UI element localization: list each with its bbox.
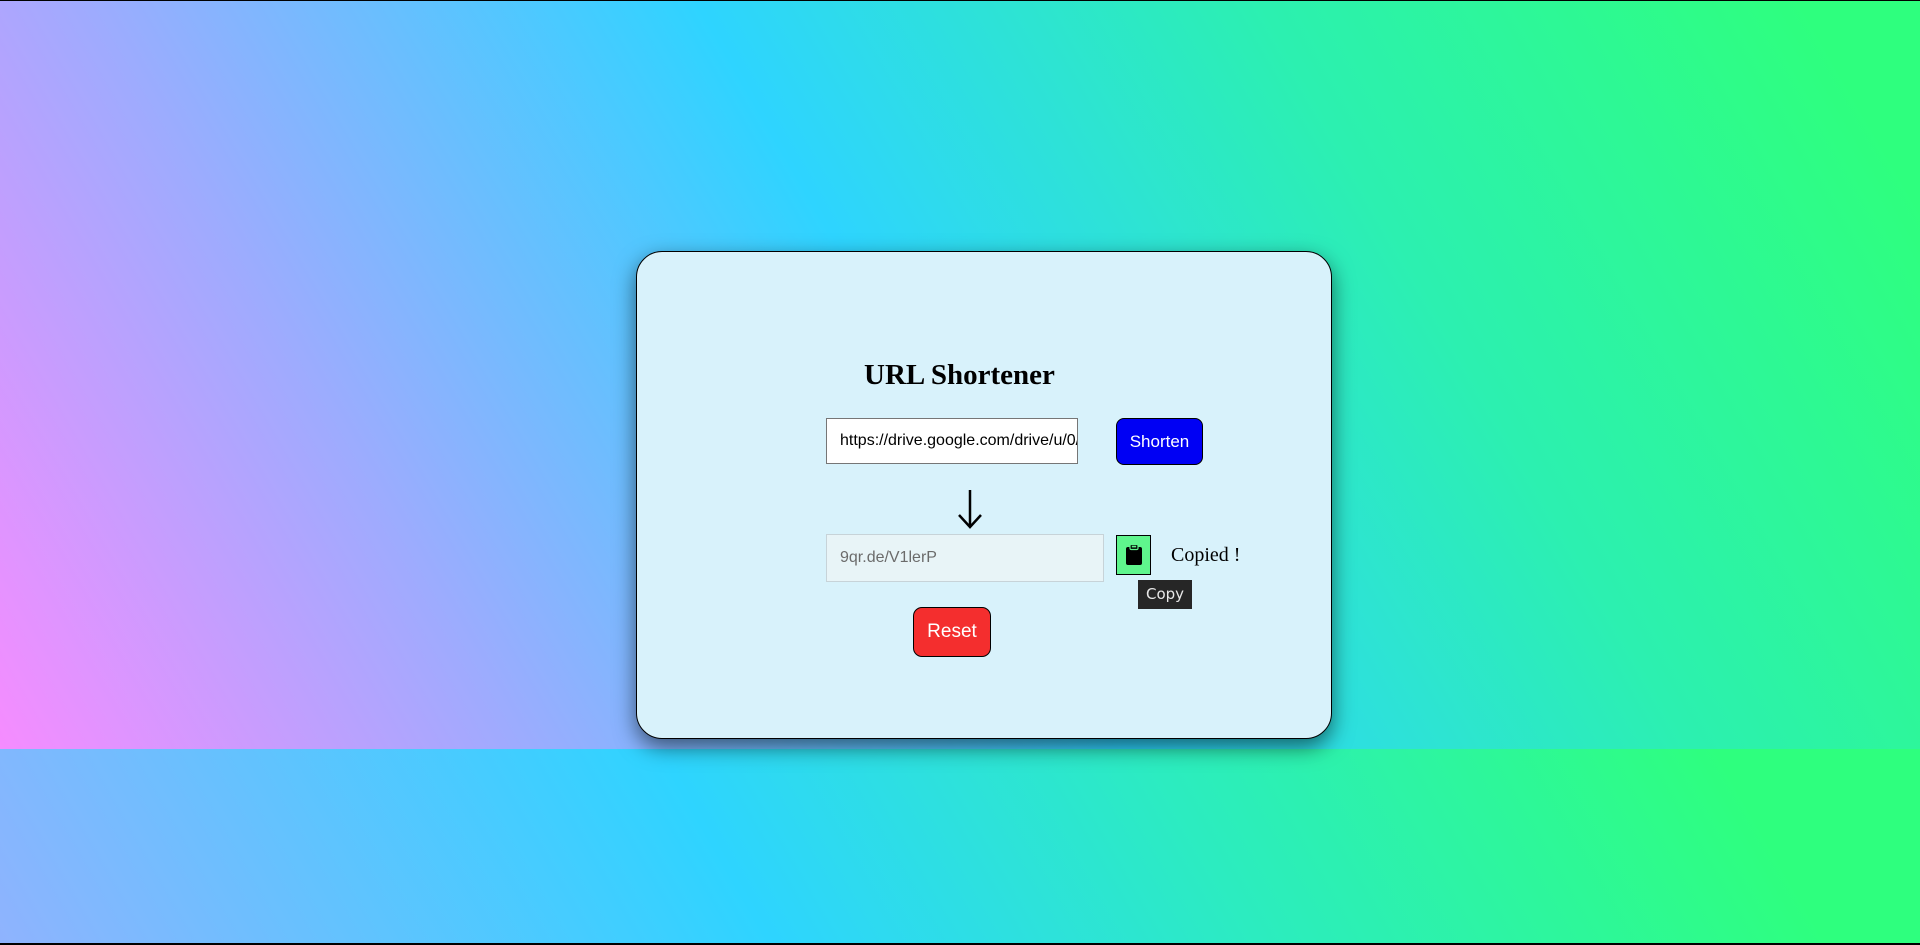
copy-tooltip: Copy [1138,580,1192,609]
clipboard-icon [1126,544,1142,565]
long-url-input[interactable]: https://drive.google.com/drive/u/0/ [826,418,1078,464]
reset-button[interactable]: Reset [913,607,991,657]
arrow-down-icon [955,488,985,530]
shorten-button[interactable]: Shorten [1116,418,1203,465]
copy-button[interactable] [1116,535,1151,575]
copied-status-text: Copied ! [1171,544,1241,566]
page-background-lower [0,749,1920,943]
page-title: URL Shortener [864,359,1055,391]
short-url-output[interactable]: 9qr.de/V1lerP [826,534,1104,582]
